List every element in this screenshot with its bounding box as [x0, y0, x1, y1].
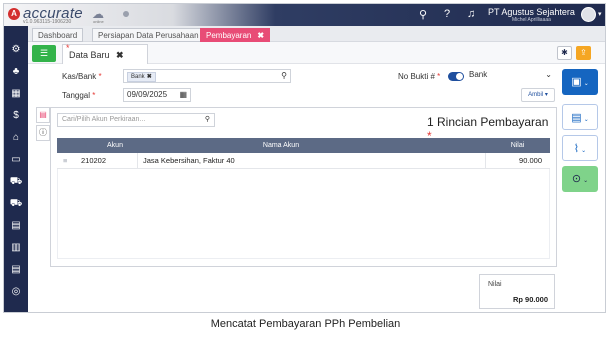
report-icon[interactable]: ▤: [8, 262, 24, 278]
more-icon: ⊙: [571, 173, 582, 185]
cell-nama-akun: Jasa Kebersihan, Faktur 40: [143, 156, 235, 165]
paperclip-icon: ⌇: [573, 143, 580, 155]
dashboard-icon[interactable]: ◎: [8, 284, 24, 300]
search-placeholder: Cari/Pilih Akun Perkiraan...: [62, 116, 146, 123]
attachment-button[interactable]: ⌇ ⌄: [562, 135, 598, 161]
account-search-input[interactable]: Cari/Pilih Akun Perkiraan... ⚲: [57, 113, 215, 127]
column-header-akun[interactable]: Akun: [87, 138, 143, 153]
kas-bank-field[interactable]: Bank ✖ ⚲: [123, 69, 291, 83]
ambil-button[interactable]: Ambil ▾: [521, 88, 555, 102]
tab-dashboard[interactable]: Dashboard: [32, 28, 84, 42]
help-icon[interactable]: ?: [444, 8, 450, 20]
chevron-down-icon[interactable]: ⌄: [545, 69, 552, 81]
column-divider: [137, 153, 138, 169]
chevron-down-icon[interactable]: ▾: [598, 10, 602, 18]
column-header-nama-akun[interactable]: Nama Akun: [143, 138, 419, 153]
more-actions-button[interactable]: ⊙ ⌄: [562, 166, 598, 192]
cell-nilai: 90.000: [519, 156, 542, 165]
bell-icon[interactable]: ♫: [467, 8, 475, 20]
total-value: Rp 90.000: [512, 295, 548, 304]
column-header-nilai[interactable]: Nilai: [485, 138, 550, 153]
top-bar: A accurate v1.0.963115-1906230 ☁ online …: [4, 4, 605, 26]
date-value: 09/09/2025: [127, 90, 168, 99]
user-name: Michel Aprilliaaaa: [512, 17, 551, 23]
auto-number-toggle[interactable]: [448, 72, 464, 81]
tab-label: Data Baru: [69, 50, 110, 60]
tab-pembayaran[interactable]: Pembayaran ✖: [200, 28, 271, 42]
no-bukti-label: No Bukti # *: [398, 72, 441, 81]
factory-icon[interactable]: ▥: [8, 240, 24, 256]
drag-handle-icon[interactable]: ≡: [63, 153, 67, 169]
cart-icon[interactable]: ⛟: [8, 174, 24, 190]
search-icon[interactable]: ⚲: [281, 70, 287, 82]
table-header: Akun Nama Akun Nilai: [57, 138, 550, 153]
table-row[interactable]: ≡ 210202 Jasa Kebersihan, Faktur 40 90.0…: [57, 153, 550, 169]
tab-data-baru[interactable]: * Data Baru ✖: [62, 43, 148, 64]
pin-icon[interactable]: ⇪: [576, 46, 591, 60]
column-divider: [485, 153, 486, 169]
company-name[interactable]: PT Agustus Sejahtera: [488, 7, 575, 17]
app-window: A accurate v1.0.963115-1906230 ☁ online …: [3, 3, 606, 313]
tanggal-label: Tanggal *: [62, 91, 96, 100]
org-icon[interactable]: ♣: [8, 64, 24, 80]
tab-persiapan-data[interactable]: Persiapan Data Perusahaan: [92, 28, 205, 42]
version-text: v1.0.963115-1906230: [23, 19, 72, 25]
chevron-down-icon: ⌄: [583, 81, 589, 87]
inventory-icon[interactable]: ▤: [8, 218, 24, 234]
close-icon[interactable]: ✖: [257, 31, 264, 40]
sub-toolbar: ☰ * Data Baru ✖ ✱ ⇪: [28, 42, 605, 64]
gear-icon[interactable]: ✱: [557, 46, 572, 60]
settings-icon[interactable]: ⚙: [8, 42, 24, 58]
tab-label: Pembayaran: [206, 31, 252, 40]
list-view-button[interactable]: ☰: [32, 45, 56, 62]
search-icon[interactable]: ⚲: [205, 114, 210, 126]
cash-icon[interactable]: $: [8, 108, 24, 124]
card-icon[interactable]: ▭: [8, 152, 24, 168]
chevron-down-icon: ⌄: [581, 148, 587, 154]
tab-label: Persiapan Data Perusahaan: [98, 31, 199, 40]
module-tabs: Dashboard Persiapan Data Perusahaan Pemb…: [28, 26, 605, 42]
info-tab-icon[interactable]: ⓘ: [36, 125, 50, 141]
sidebar: ⚙ ♣ ▦ $ ⌂ ▭ ⛟ ⛟ ▤ ▥ ▤ ◎: [4, 26, 28, 312]
table-body-empty: [57, 169, 550, 259]
save-button[interactable]: ▣ ⌄: [562, 69, 598, 95]
truck-icon[interactable]: ⛟: [8, 196, 24, 212]
detail-tab-icon[interactable]: ▤: [36, 107, 50, 123]
tanggal-field[interactable]: 09/09/2025 ▦: [123, 88, 191, 102]
kas-bank-label: Kas/Bank *: [62, 72, 102, 81]
document-button[interactable]: ▤ ⌄: [562, 104, 598, 130]
cell-akun: 210202: [81, 156, 107, 165]
close-icon[interactable]: ✖: [116, 50, 124, 60]
building-icon[interactable]: ▦: [8, 86, 24, 102]
unsaved-marker: *: [66, 43, 70, 53]
no-bukti-value: Bank: [469, 70, 488, 79]
figure-caption: Mencatat Pembayaran PPh Pembelian: [210, 318, 401, 330]
chip-remove-icon[interactable]: ✖: [147, 74, 152, 80]
bank-icon[interactable]: ⌂: [8, 130, 24, 146]
detail-panel: Cari/Pilih Akun Perkiraan... ⚲ 1 Rincian…: [50, 107, 557, 267]
total-label: Nilai: [488, 281, 502, 288]
save-icon: ▣: [571, 76, 582, 88]
status-dot-icon: [123, 11, 129, 17]
online-status: online: [93, 19, 104, 24]
chevron-down-icon: ⌄: [583, 178, 589, 184]
accurate-logo-icon: A: [8, 8, 20, 20]
calendar-icon[interactable]: ▦: [179, 89, 187, 101]
total-box: Nilai Rp 90.000: [479, 274, 555, 309]
document-icon: ▤: [571, 112, 582, 124]
kas-bank-chip: Bank ✖: [127, 72, 156, 82]
avatar[interactable]: [581, 7, 596, 22]
search-icon[interactable]: ⚲: [419, 8, 427, 21]
chevron-down-icon: ⌄: [583, 117, 589, 123]
no-bukti-select[interactable]: Bank ⌄: [466, 69, 555, 83]
tab-label: Dashboard: [38, 31, 78, 40]
